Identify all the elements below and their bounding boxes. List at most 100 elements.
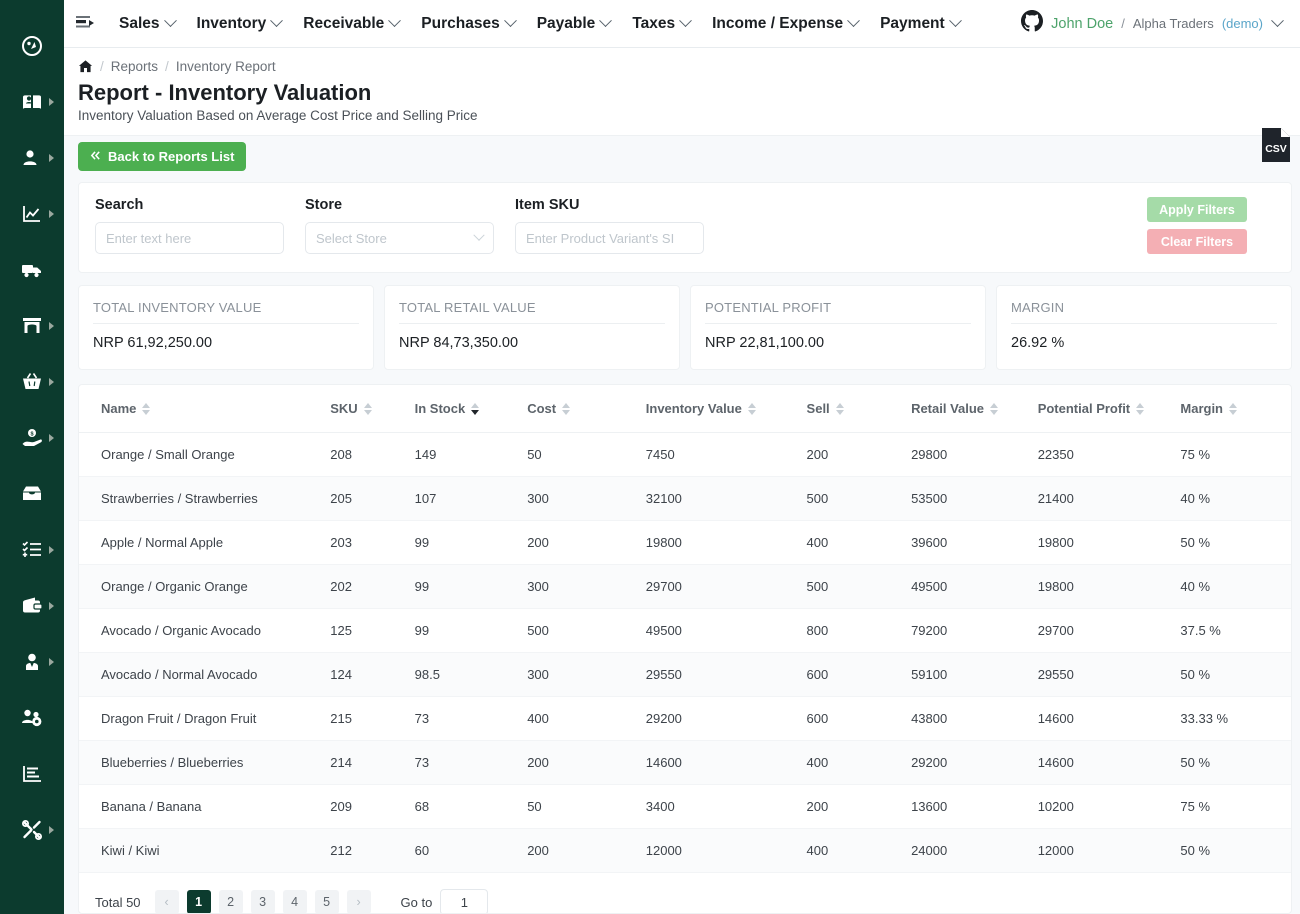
table-row[interactable]: Banana / Banana 209 68 50 3400 200 13600 10200 7…: [79, 784, 1291, 829]
nav-menu-purchases[interactable]: Purchases: [410, 0, 525, 48]
sidebar-item-tasks[interactable]: [0, 522, 64, 578]
table-header-margin[interactable]: Margin: [1180, 385, 1291, 433]
goto-page-input[interactable]: [440, 889, 489, 913]
user-account-menu[interactable]: John Doe / Alpha Traders (demo): [1021, 10, 1288, 37]
table-cell-sell: 500: [806, 476, 912, 521]
nav-menu-inventory[interactable]: Inventory: [186, 0, 293, 48]
sidebar-item-reports[interactable]: [0, 746, 64, 802]
table-row[interactable]: Avocado / Organic Avocado 125 99 500 49500 80…: [79, 608, 1291, 653]
table-row[interactable]: Orange / Organic Orange 202 99 300 29700 500 4…: [79, 564, 1291, 609]
nav-menu-taxes[interactable]: Taxes: [621, 0, 701, 48]
table-cell-retail: 13600: [911, 784, 1038, 829]
nav-menu-payable[interactable]: Payable: [526, 0, 622, 48]
sidebar-item-sales[interactable]: [0, 186, 64, 242]
table-cell-inv: 49500: [645, 608, 807, 653]
breadcrumb-separator-1: /: [100, 59, 104, 74]
sidebar-item-customers[interactable]: [0, 130, 64, 186]
table-cell-sku: 205: [330, 476, 415, 521]
sort-toggle-icon[interactable]: [1229, 402, 1238, 415]
page-button-2[interactable]: 2: [218, 890, 243, 913]
table-row[interactable]: Orange / Small Orange 208 149 50 7450 200 2980…: [79, 432, 1291, 477]
sort-toggle-icon[interactable]: [471, 402, 480, 415]
nav-menu-sales[interactable]: Sales: [108, 0, 186, 48]
sku-input[interactable]: [515, 222, 704, 254]
table-header-sell[interactable]: Sell: [806, 385, 912, 433]
search-input[interactable]: [95, 222, 284, 254]
nav-menu-payment[interactable]: Payment: [869, 0, 971, 48]
chevron-right-icon[interactable]: ›: [346, 890, 371, 913]
sort-toggle-icon[interactable]: [363, 402, 372, 415]
csv-file-icon[interactable]: CSV: [1260, 126, 1292, 164]
table-cell-retail: 49500: [911, 564, 1038, 609]
stat-card-value: NRP 84,73,350.00: [399, 335, 519, 351]
sidebar-item-contacts[interactable]: [0, 74, 64, 130]
sidebar-item-stores[interactable]: [0, 298, 64, 354]
sidebar-item-purchases[interactable]: [0, 354, 64, 410]
sort-toggle-icon[interactable]: [747, 402, 756, 415]
table-cell-name: Strawberries / Strawberries: [79, 476, 331, 521]
apply-filters-button[interactable]: Apply Filters: [1147, 197, 1247, 222]
table-header-retail[interactable]: Retail Value: [911, 385, 1038, 433]
table-header-sku[interactable]: SKU: [330, 385, 415, 433]
table-header-label: Inventory Value: [645, 401, 742, 416]
nav-menu-label: Receivable: [303, 14, 385, 32]
sort-toggle-icon[interactable]: [562, 402, 571, 415]
sidebar-item-payments[interactable]: $: [0, 410, 64, 466]
table-cell-stock: 98.5: [414, 652, 528, 697]
table-row[interactable]: Apple / Normal Apple 203 99 200 19800 400 3960…: [79, 520, 1291, 565]
chevron-right-icon: [49, 154, 54, 162]
svg-text:CSV: CSV: [1265, 143, 1287, 155]
table-row[interactable]: Dragon Fruit / Dragon Fruit 215 73 400 29200…: [79, 696, 1291, 741]
table-row[interactable]: Avocado / Normal Avocado 124 98.5 300 29550 6…: [79, 652, 1291, 697]
sidebar-item-dashboard[interactable]: [0, 18, 64, 74]
page-button-5[interactable]: 5: [314, 890, 339, 913]
table-header-cost[interactable]: Cost: [527, 385, 646, 433]
action-bar: Back to Reports List CSV: [64, 128, 1300, 178]
sort-toggle-icon[interactable]: [142, 402, 151, 415]
home-icon[interactable]: [78, 59, 93, 74]
sort-toggle-icon[interactable]: [835, 402, 844, 415]
sidebar-item-user-management[interactable]: [0, 690, 64, 746]
back-to-reports-list-button[interactable]: Back to Reports List: [78, 142, 247, 171]
chevron-left-icon[interactable]: ‹: [154, 890, 179, 913]
nav-menu-income-expense[interactable]: Income / Expense: [701, 0, 869, 48]
sidebar-item-delivery[interactable]: [0, 242, 64, 298]
table-cell-name: Avocado / Organic Avocado: [79, 608, 331, 653]
table-cell-sell: 400: [806, 828, 912, 873]
sidebar-item-inbox[interactable]: [0, 466, 64, 522]
table-header-label: Cost: [527, 401, 557, 416]
table-header-label: Name: [101, 401, 137, 416]
table-cell-cost: 50: [527, 784, 646, 829]
table-header-name[interactable]: Name: [79, 385, 331, 433]
table-cell-sell: 500: [806, 564, 912, 609]
sidebar-item-wallet[interactable]: [0, 578, 64, 634]
sort-toggle-icon[interactable]: [990, 402, 999, 415]
breadcrumb-item-inventory-report[interactable]: Inventory Report: [176, 59, 276, 74]
table-row[interactable]: Blueberries / Blueberries 214 73 200 14600 40…: [79, 740, 1291, 785]
sidebar-item-settings[interactable]: [0, 802, 64, 858]
store-select[interactable]: Select Store: [305, 222, 494, 254]
table-header-inv[interactable]: Inventory Value: [645, 385, 807, 433]
table-row[interactable]: Kiwi / Kiwi 212 60 200 12000 400 24000 12000 50 …: [79, 828, 1291, 873]
table-header-stock[interactable]: In Stock: [414, 385, 528, 433]
sort-toggle-icon[interactable]: [1136, 402, 1145, 415]
table-header-label: Potential Profit: [1037, 401, 1131, 416]
sidebar-item-employees[interactable]: [0, 634, 64, 690]
page-button-3[interactable]: 3: [250, 890, 275, 913]
chevron-right-icon: [49, 602, 54, 610]
page-button-1[interactable]: 1: [186, 890, 211, 913]
page-button-4[interactable]: 4: [282, 890, 307, 913]
table-cell-retail: 29200: [911, 740, 1038, 785]
menu-fold-icon[interactable]: [64, 0, 108, 48]
table-header-profit[interactable]: Potential Profit: [1037, 385, 1181, 433]
table-row[interactable]: Strawberries / Strawberries 205 107 300 3210…: [79, 476, 1291, 521]
chevron-right-icon: [49, 434, 54, 442]
table-cell-stock: 73: [414, 696, 528, 741]
nav-menu-receivable[interactable]: Receivable: [292, 0, 410, 48]
delivery-truck-icon: [21, 259, 43, 281]
clear-filters-button[interactable]: Clear Filters: [1147, 229, 1247, 254]
shopping-basket-icon: [21, 371, 43, 393]
table-cell-sku: 214: [330, 740, 415, 785]
table-cell-sku: 208: [330, 432, 415, 477]
breadcrumb-item-reports[interactable]: Reports: [111, 59, 158, 74]
